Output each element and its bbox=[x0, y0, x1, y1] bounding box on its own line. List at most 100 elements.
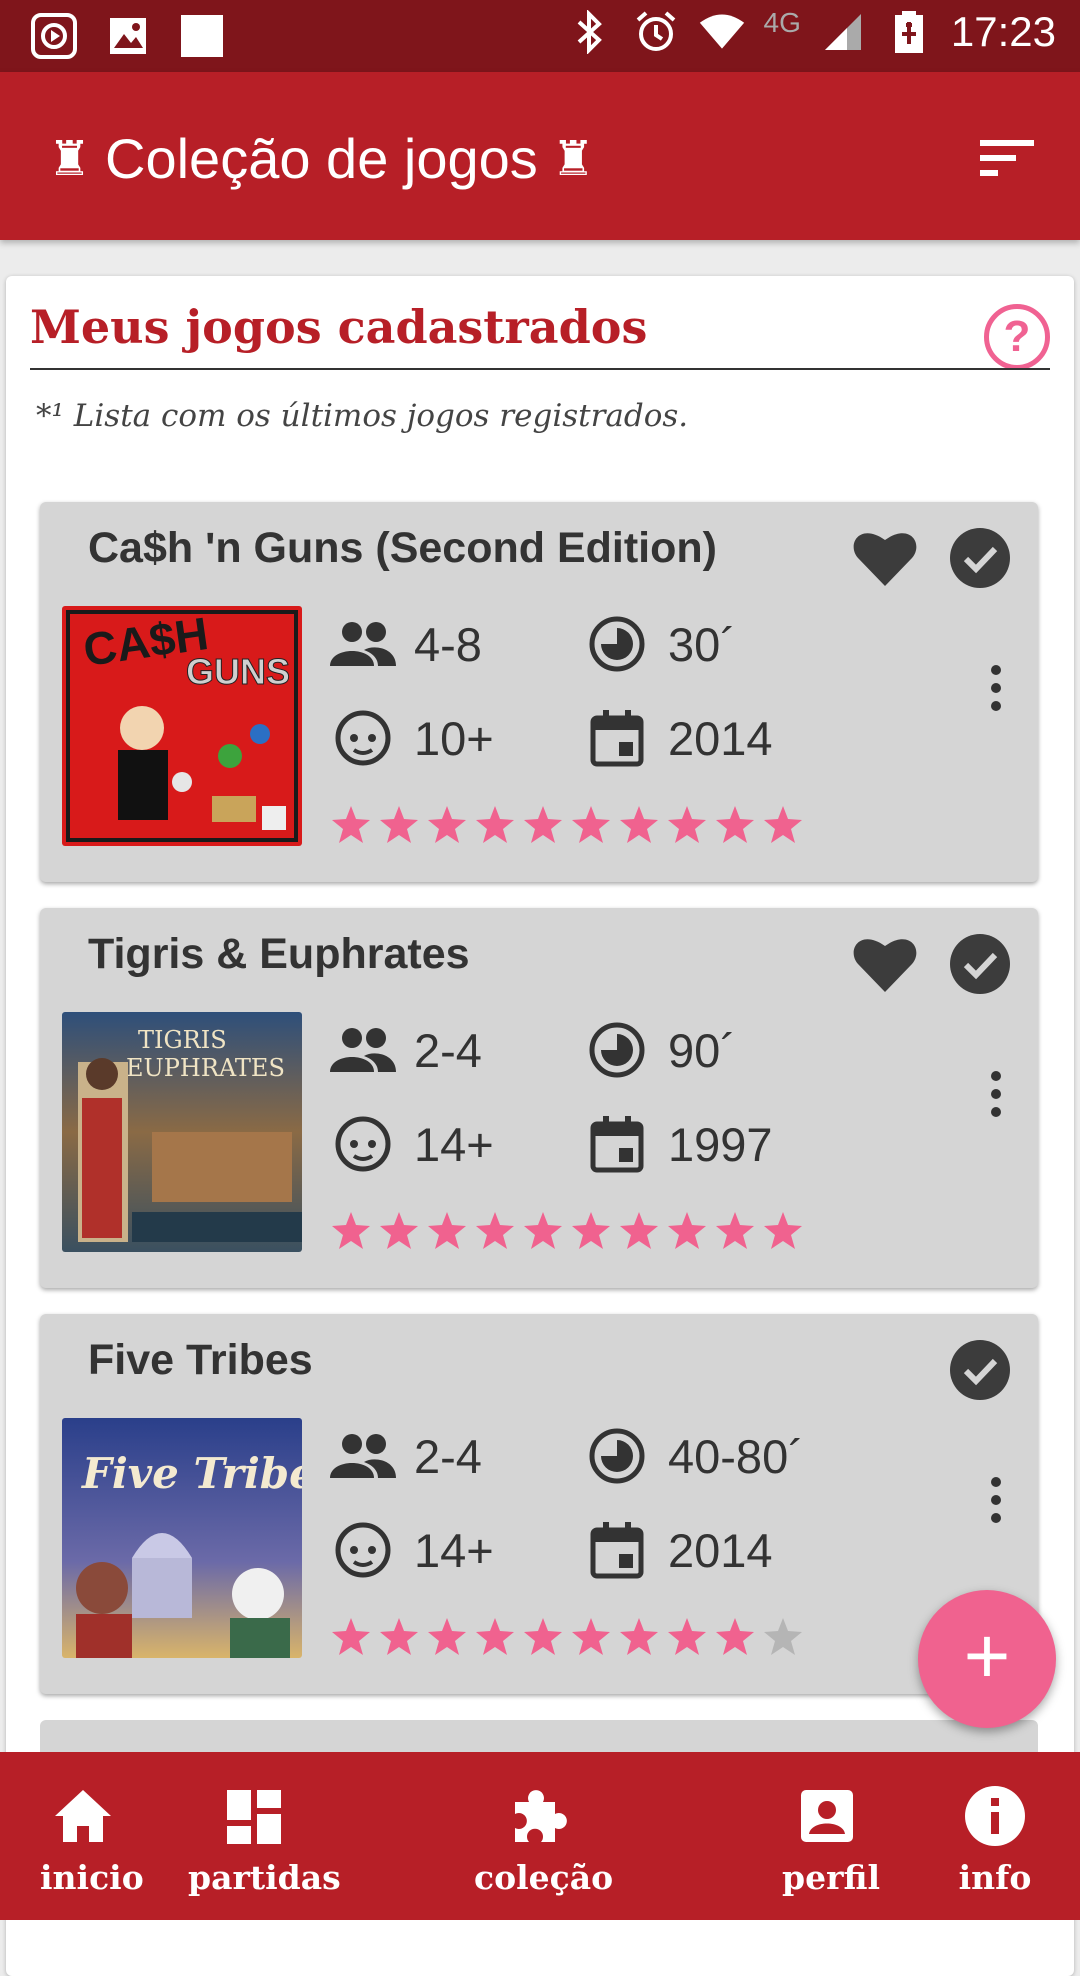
rook-icon: ♜ bbox=[551, 132, 595, 186]
add-game-button[interactable]: + bbox=[918, 1590, 1056, 1728]
rook-icon: ♜ bbox=[48, 132, 92, 186]
age-stat: 10+ bbox=[330, 708, 494, 768]
star-filled-icon bbox=[332, 1212, 370, 1249]
dashboard-icon bbox=[217, 1780, 289, 1852]
section-divider bbox=[30, 368, 1050, 370]
puzzle-icon bbox=[503, 1780, 575, 1852]
nav-item-info[interactable]: info bbox=[958, 1780, 1032, 1897]
app-title-text: Coleção de jogos bbox=[105, 127, 538, 190]
game-cover-image: CA$H GUNS bbox=[62, 606, 302, 846]
star-filled-icon bbox=[380, 806, 418, 843]
nav-item-inicio[interactable]: inicio bbox=[40, 1780, 144, 1897]
more-options-icon[interactable] bbox=[988, 1476, 1004, 1524]
star-filled-icon bbox=[380, 1212, 418, 1249]
bluetooth-icon bbox=[566, 8, 614, 56]
status-bar: 4G 17:23 bbox=[0, 0, 1080, 72]
star-empty-icon bbox=[764, 1618, 802, 1655]
players-stat: 2-4 bbox=[330, 1426, 482, 1486]
image-notification-icon bbox=[104, 12, 152, 60]
year-value: 2014 bbox=[668, 711, 773, 765]
network-type-label: 4G bbox=[763, 7, 801, 38]
sort-icon[interactable] bbox=[976, 134, 1040, 182]
time-value: 90´ bbox=[668, 1023, 736, 1077]
game-card[interactable]: Five Tribes Five Tribes 2-4 40-80´ bbox=[40, 1314, 1038, 1694]
year-stat: 2014 bbox=[584, 1520, 773, 1580]
players-value: 4-8 bbox=[414, 617, 482, 671]
owned-check-icon[interactable] bbox=[950, 1340, 1010, 1400]
more-options-icon[interactable] bbox=[988, 1070, 1004, 1118]
age-value: 14+ bbox=[414, 1523, 494, 1577]
timelapse-icon bbox=[584, 1426, 650, 1486]
star-filled-icon bbox=[764, 1212, 802, 1249]
nav-item-partidas[interactable]: partidas bbox=[188, 1780, 341, 1897]
game-name: Ca$h 'n Guns (Second Edition) bbox=[88, 524, 717, 572]
star-filled-icon bbox=[716, 806, 754, 843]
people-icon bbox=[330, 614, 396, 674]
more-options-icon[interactable] bbox=[988, 664, 1004, 712]
info-icon bbox=[959, 1780, 1031, 1852]
calendar-icon bbox=[584, 708, 650, 768]
nav-item-perfil[interactable]: perfil bbox=[782, 1780, 880, 1897]
cell-signal-icon bbox=[819, 8, 867, 56]
favorite-heart-icon[interactable] bbox=[852, 934, 918, 994]
nav-item-colecao[interactable]: coleção bbox=[474, 1780, 613, 1897]
game-name: Five Tribes bbox=[88, 1336, 313, 1384]
rating-stars bbox=[330, 804, 804, 846]
app-bar: ♜ Coleção de jogos ♜ bbox=[0, 72, 1080, 240]
favorite-heart-icon[interactable] bbox=[852, 528, 918, 588]
people-icon bbox=[330, 1020, 396, 1080]
calendar-icon bbox=[584, 1520, 650, 1580]
star-filled-icon bbox=[476, 1618, 514, 1655]
media-notification-icon bbox=[30, 12, 78, 60]
star-filled-icon bbox=[620, 806, 658, 843]
star-filled-icon bbox=[668, 806, 706, 843]
year-stat: 2014 bbox=[584, 708, 773, 768]
star-filled-icon bbox=[476, 806, 514, 843]
game-card[interactable]: Tigris & Euphrates TIGRIS EUPHRATES 2-4 … bbox=[40, 908, 1038, 1288]
svg-text:Five Tribes: Five Tribes bbox=[81, 1449, 302, 1498]
rating-stars bbox=[330, 1616, 804, 1658]
bottom-navigation: inicio partidas coleção perfil info bbox=[0, 1752, 1080, 1920]
players-value: 2-4 bbox=[414, 1429, 482, 1483]
nav-label: coleção bbox=[474, 1858, 614, 1897]
child-face-icon bbox=[330, 708, 396, 768]
app-title: ♜ Coleção de jogos ♜ bbox=[48, 126, 595, 191]
nav-label: perfil bbox=[782, 1858, 880, 1897]
people-icon bbox=[330, 1426, 396, 1486]
time-stat: 30´ bbox=[584, 614, 736, 674]
players-stat: 4-8 bbox=[330, 614, 482, 674]
star-filled-icon bbox=[572, 806, 610, 843]
star-filled-icon bbox=[380, 1618, 418, 1655]
age-stat: 14+ bbox=[330, 1114, 494, 1174]
players-stat: 2-4 bbox=[330, 1020, 482, 1080]
year-value: 1997 bbox=[668, 1117, 773, 1171]
owned-check-icon[interactable] bbox=[950, 528, 1010, 588]
calendar-icon bbox=[584, 1114, 650, 1174]
owned-check-icon[interactable] bbox=[950, 934, 1010, 994]
help-icon[interactable]: ? bbox=[984, 304, 1050, 370]
alarm-icon bbox=[632, 8, 680, 56]
age-value: 10+ bbox=[414, 711, 494, 765]
star-filled-icon bbox=[524, 1212, 562, 1249]
time-stat: 40-80´ bbox=[584, 1426, 804, 1486]
star-filled-icon bbox=[620, 1212, 658, 1249]
section-title: Meus jogos cadastrados bbox=[30, 300, 648, 354]
star-filled-icon bbox=[332, 806, 370, 843]
star-filled-icon bbox=[572, 1212, 610, 1249]
game-card[interactable]: Ca$h 'n Guns (Second Edition) CA$H GUNS … bbox=[40, 502, 1038, 882]
blank-notification-icon bbox=[178, 12, 226, 60]
star-filled-icon bbox=[572, 1618, 610, 1655]
star-filled-icon bbox=[668, 1212, 706, 1249]
star-filled-icon bbox=[716, 1618, 754, 1655]
players-value: 2-4 bbox=[414, 1023, 482, 1077]
star-filled-icon bbox=[524, 1618, 562, 1655]
svg-text:TIGRIS: TIGRIS bbox=[138, 1026, 227, 1054]
nav-label: inicio bbox=[40, 1858, 144, 1897]
game-cover-image: Five Tribes bbox=[62, 1418, 302, 1658]
time-value: 40-80´ bbox=[668, 1429, 804, 1483]
age-stat: 14+ bbox=[330, 1520, 494, 1580]
svg-text:GUNS: GUNS bbox=[186, 651, 290, 692]
child-face-icon bbox=[330, 1114, 396, 1174]
star-filled-icon bbox=[428, 1618, 466, 1655]
section-note: *¹ Lista com os últimos jogos registrado… bbox=[36, 398, 689, 434]
